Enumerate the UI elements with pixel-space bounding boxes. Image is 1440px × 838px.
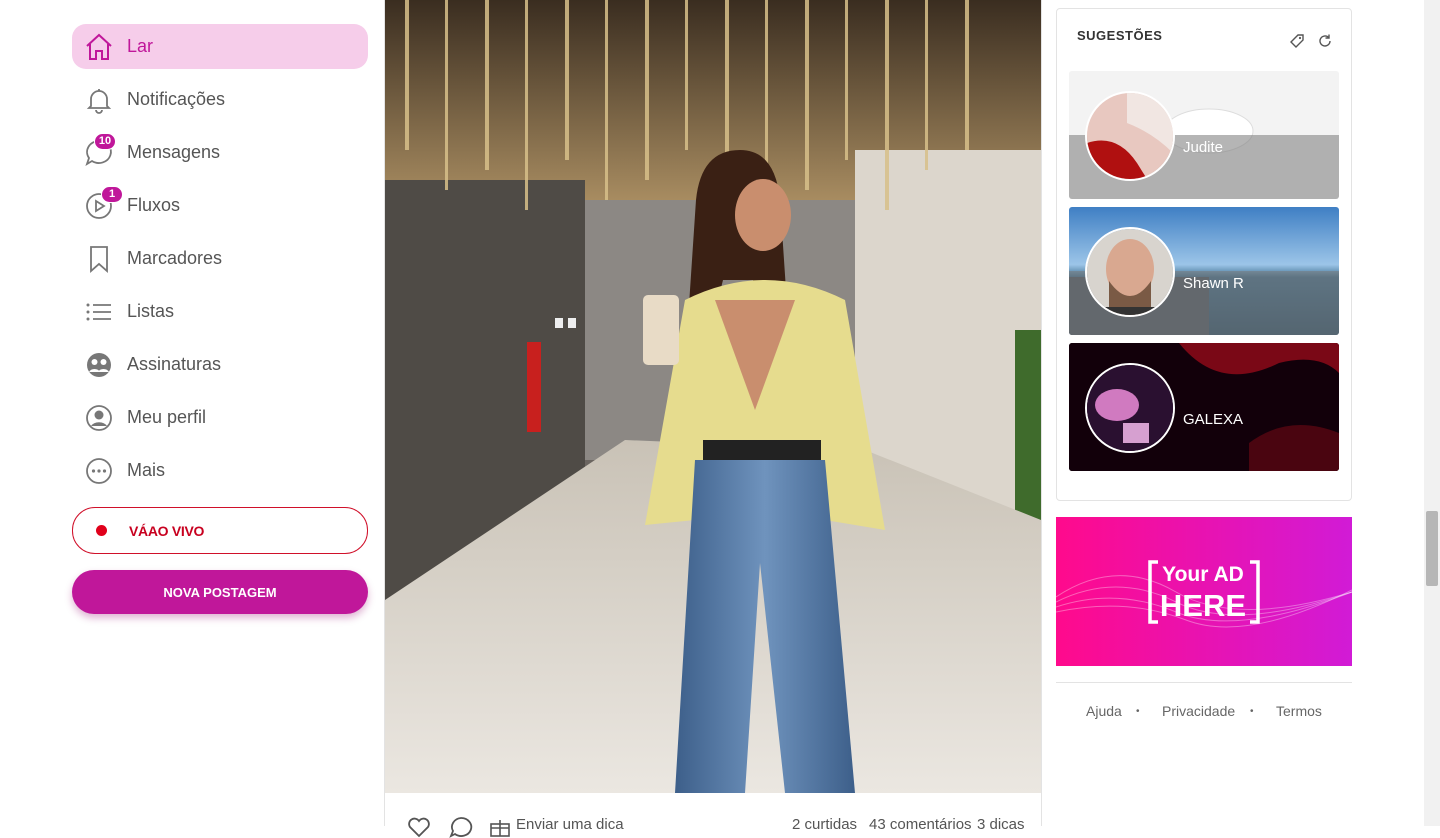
- suggestions-panel: SUGESTÕES Judite Shawn R GALEXA: [1056, 8, 1352, 501]
- sidebar-item-label: Mais: [127, 460, 166, 480]
- likes-count[interactable]: 2 curtidas: [792, 816, 857, 833]
- new-post-button[interactable]: NOVA POSTAGEM: [72, 570, 368, 614]
- sidebar-item-label: Marcadores: [127, 248, 223, 268]
- feed: Enviar uma dica 2 curtidas 43 comentário…: [384, 0, 1042, 838]
- sidebar-item-more[interactable]: Mais: [72, 448, 368, 493]
- ad-line1: Your AD: [1162, 563, 1244, 586]
- avatar[interactable]: [1085, 363, 1175, 453]
- tips-count[interactable]: 3 dicas: [977, 816, 1025, 833]
- gift-icon[interactable]: [489, 816, 511, 838]
- user-icon: [86, 405, 112, 431]
- sidebar-item-label: Assinaturas: [127, 354, 222, 374]
- home-icon: [86, 33, 112, 60]
- privacy-link[interactable]: Privacidade: [1162, 703, 1235, 719]
- messages-badge: 10: [94, 133, 116, 150]
- footer-separator: •: [1250, 706, 1254, 717]
- suggestion-card[interactable]: Judite: [1069, 71, 1339, 199]
- sidebar-item-home[interactable]: Lar: [72, 24, 368, 69]
- like-icon[interactable]: [407, 816, 431, 838]
- sidebar-item-label: Notificações: [127, 89, 226, 109]
- send-tip-link[interactable]: Enviar uma dica: [516, 816, 624, 833]
- go-live-label: VÁAO VIVO: [129, 522, 205, 539]
- sidebar-item-label: Mensagens: [127, 142, 221, 162]
- sidebar-item-label: Meu perfil: [127, 407, 207, 427]
- sidebar-item-label: Listas: [127, 301, 175, 321]
- subscriptions-icon: [87, 353, 111, 377]
- post-image[interactable]: [385, 0, 1041, 793]
- comment-icon[interactable]: [449, 816, 473, 838]
- sidebar-item-label: Lar: [127, 36, 154, 56]
- sidebar-nav: Lar Notificações 10 Mensagens 1 Fluxos M…: [72, 24, 368, 501]
- bell-icon: [86, 89, 112, 114]
- ad-banner[interactable]: Your AD HERE: [1056, 517, 1352, 666]
- bookmark-icon: [90, 246, 108, 273]
- sidebar-item-messages[interactable]: 10 Mensagens: [72, 130, 368, 175]
- footer-separator: •: [1136, 706, 1140, 717]
- terms-link[interactable]: Termos: [1276, 703, 1322, 719]
- post-actions: Enviar uma dica 2 curtidas 43 comentário…: [385, 806, 1041, 838]
- sidebar-item-lists[interactable]: Listas: [72, 289, 368, 334]
- sidebar-item-label: Fluxos: [127, 195, 181, 215]
- more-icon: [86, 458, 112, 484]
- scrollbar-thumb[interactable]: [1426, 511, 1438, 586]
- suggestions-title: SUGESTÕES: [1077, 28, 1163, 43]
- help-link[interactable]: Ajuda: [1086, 703, 1122, 719]
- avatar[interactable]: [1085, 227, 1175, 317]
- refresh-icon[interactable]: [1317, 33, 1333, 49]
- sidebar-item-notifications[interactable]: Notificações: [72, 77, 368, 122]
- go-live-button[interactable]: VÁAO VIVO: [72, 507, 368, 554]
- sidebar-item-subscriptions[interactable]: Assinaturas: [72, 342, 368, 387]
- suggestion-name[interactable]: Judite: [1183, 139, 1223, 156]
- sidebar-item-bookmarks[interactable]: Marcadores: [72, 236, 368, 281]
- sidebar-item-profile[interactable]: Meu perfil: [72, 395, 368, 440]
- suggestion-name[interactable]: GALEXA: [1183, 411, 1243, 428]
- suggestion-name[interactable]: Shawn R: [1183, 275, 1244, 292]
- page-scrollbar[interactable]: [1424, 0, 1440, 826]
- suggestion-card[interactable]: GALEXA: [1069, 343, 1339, 471]
- avatar[interactable]: [1085, 91, 1175, 181]
- comments-count[interactable]: 43 comentários: [869, 816, 972, 833]
- footer-divider: [1056, 682, 1352, 683]
- list-icon: [86, 303, 111, 321]
- post-photo: [385, 0, 1041, 793]
- tag-icon[interactable]: [1289, 33, 1305, 49]
- suggestion-card[interactable]: Shawn R: [1069, 207, 1339, 335]
- ad-line2: HERE: [1160, 588, 1246, 623]
- ad-graphic: Your AD HERE: [1056, 517, 1352, 666]
- live-dot-icon: [96, 525, 107, 536]
- sidebar-item-streams[interactable]: 1 Fluxos: [72, 183, 368, 228]
- streams-badge: 1: [101, 186, 123, 203]
